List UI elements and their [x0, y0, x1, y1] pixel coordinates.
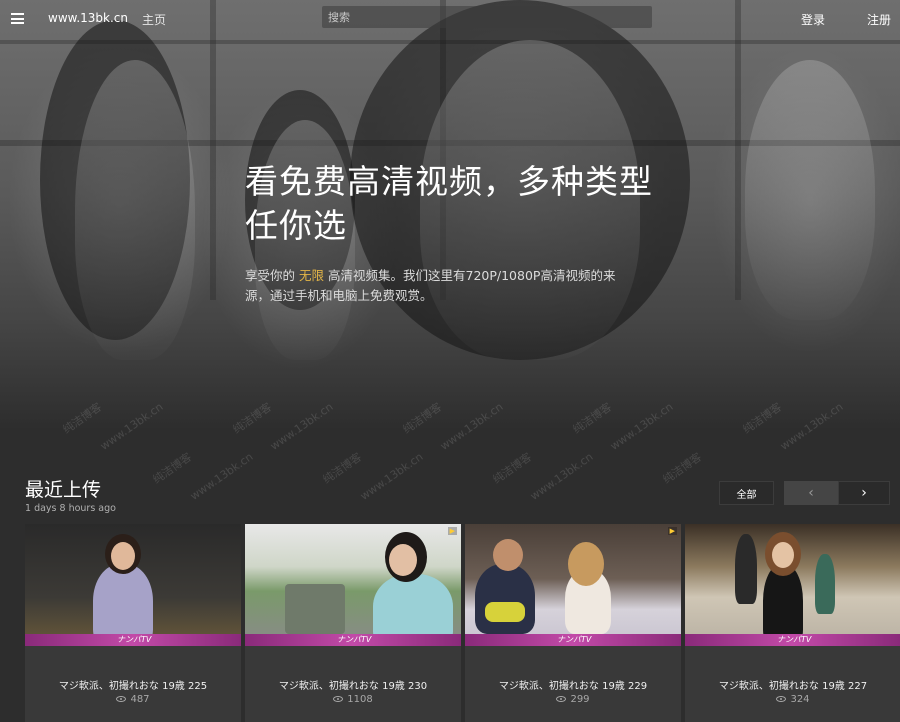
- video-title[interactable]: マジ軟派、初撮れおな 19歳 227: [685, 677, 900, 692]
- eye-icon: [116, 696, 127, 702]
- video-title[interactable]: マジ軟派、初撮れおな 19歳 230: [245, 677, 461, 692]
- video-band: ナンパTV: [685, 634, 900, 646]
- video-thumbnail[interactable]: ▶ ナンパTV: [245, 524, 461, 646]
- top-nav: www.13bk.cn 主页 登录 注册: [0, 0, 900, 38]
- hamburger-menu-icon[interactable]: [11, 13, 24, 24]
- watermark: www.13bk.cn: [187, 450, 256, 503]
- section-timestamp: 1 days 8 hours ago: [25, 503, 116, 514]
- video-card[interactable]: ナンパTV マジ軟派、初撮れおな 19歳 225 487: [25, 524, 241, 722]
- eye-icon: [776, 696, 787, 702]
- video-band: ナンパTV: [465, 634, 681, 646]
- video-views: 324: [685, 694, 900, 705]
- hero-description-start: 享受你的: [245, 268, 296, 283]
- video-views: 487: [25, 694, 241, 705]
- site-name[interactable]: www.13bk.cn: [48, 11, 128, 25]
- view-count: 299: [570, 694, 590, 705]
- watermark: 纯洁博客: [320, 450, 365, 487]
- watermark: 纯洁博客: [490, 450, 535, 487]
- band-label: ナンパTV: [557, 635, 592, 644]
- video-views: 1108: [245, 694, 461, 705]
- video-thumbnail[interactable]: ナンパTV: [685, 524, 900, 646]
- video-card[interactable]: ▶ ナンパTV マジ軟派、初撮れおな 19歳 230 1108: [245, 524, 461, 722]
- band-label: ナンパTV: [337, 635, 372, 644]
- video-band: ナンパTV: [245, 634, 461, 646]
- nav-home-link[interactable]: 主页: [142, 11, 166, 28]
- eye-icon: [556, 696, 567, 702]
- view-count: 324: [790, 694, 810, 705]
- video-thumbnail[interactable]: ナンパTV: [25, 524, 241, 646]
- section-title: 最近上传: [25, 479, 102, 501]
- video-views: 299: [465, 694, 681, 705]
- hero-description-highlight: 无限: [299, 268, 325, 283]
- eye-icon: [333, 696, 344, 702]
- prev-button[interactable]: ‹: [784, 481, 838, 505]
- hero-headline: 看免费高清视频，多种类型任你选: [245, 162, 653, 245]
- band-label: ナンパTV: [117, 635, 152, 644]
- video-title[interactable]: マジ軟派、初撮れおな 19歳 225: [25, 677, 241, 692]
- register-link[interactable]: 注册: [867, 11, 891, 28]
- band-label: ナンパTV: [777, 635, 812, 644]
- view-count: 1108: [347, 694, 373, 705]
- chevron-left-icon: ‹: [808, 485, 814, 501]
- watermark: www.13bk.cn: [527, 450, 596, 503]
- next-button[interactable]: ›: [838, 481, 890, 505]
- channel-logo: ▶: [667, 527, 677, 535]
- view-count: 487: [130, 694, 150, 705]
- video-title[interactable]: マジ軟派、初撮れおな 19歳 229: [465, 677, 681, 692]
- watermark: 纯洁博客: [150, 450, 195, 487]
- video-band: ナンパTV: [25, 634, 241, 646]
- channel-logo: ▶: [447, 527, 457, 535]
- search-input[interactable]: [322, 6, 652, 28]
- watermark: 纯洁博客: [660, 450, 705, 487]
- video-card[interactable]: ▶ ナンパTV マジ軟派、初撮れおな 19歳 229 299: [465, 524, 681, 722]
- video-thumbnail[interactable]: ▶ ナンパTV: [465, 524, 681, 646]
- hero-description: 享受你的 无限 高清视频集。我们这里有720P/1080P高清视频的来源，通过手…: [245, 266, 625, 306]
- login-link[interactable]: 登录: [801, 11, 825, 28]
- chevron-right-icon: ›: [861, 485, 867, 501]
- video-card[interactable]: ナンパTV マジ軟派、初撮れおな 19歳 227 324: [685, 524, 900, 722]
- view-all-button[interactable]: 全部: [719, 481, 774, 505]
- watermark: www.13bk.cn: [357, 450, 426, 503]
